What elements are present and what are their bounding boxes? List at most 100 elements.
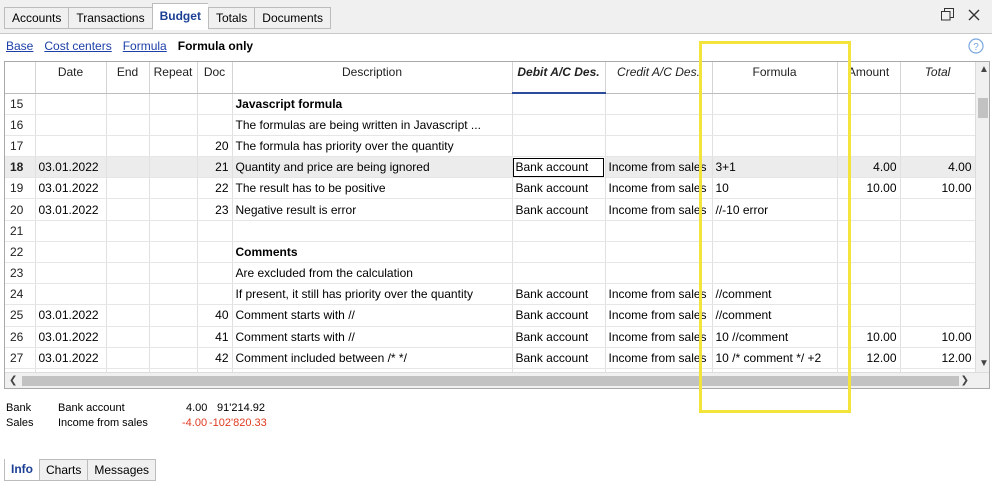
cell-date[interactable] [35, 283, 107, 306]
cell-debit-account[interactable] [512, 262, 606, 285]
close-icon[interactable] [968, 9, 980, 21]
tab-totals[interactable]: Totals [207, 7, 255, 29]
cell-amount[interactable] [837, 262, 901, 285]
view-base[interactable]: Base [6, 39, 33, 53]
cell-debit-account[interactable] [512, 241, 606, 264]
cell-doc[interactable] [197, 283, 233, 306]
col-header-row[interactable] [5, 62, 36, 94]
cell-formula[interactable]: 10 [712, 177, 838, 200]
table-row[interactable]: 17 20 The formula has priority over the qu… [5, 135, 976, 158]
cell-debit-account[interactable] [512, 93, 606, 115]
col-header-debit[interactable]: Debit A/C Des. [512, 62, 606, 94]
cell-formula[interactable]: 10 //comment [712, 326, 838, 348]
cell-credit-account[interactable]: Income from sales [605, 347, 713, 369]
view-cost-centers[interactable]: Cost centers [44, 39, 111, 53]
cell-formula[interactable] [712, 220, 838, 242]
table-row[interactable]: 15 Javascript formula [5, 93, 976, 115]
cell-repeat[interactable] [149, 156, 198, 179]
cell-debit-account[interactable]: Bank account [512, 177, 606, 200]
table-row[interactable]: 21 [5, 220, 976, 242]
cell-debit-account[interactable]: Bank account [512, 283, 606, 306]
cell-formula[interactable]: //-10 error [712, 198, 838, 221]
table-row[interactable]: 24 If present, it still has priority over… [5, 283, 976, 306]
col-header-doc[interactable]: Doc [197, 62, 233, 94]
cell-credit-account[interactable] [605, 135, 713, 158]
cell-doc[interactable] [197, 114, 233, 136]
cell-repeat[interactable] [149, 304, 198, 327]
cell-credit-account[interactable]: Income from sales [605, 177, 713, 200]
cell-formula[interactable] [712, 135, 838, 158]
cell-doc[interactable]: 20 [197, 135, 233, 158]
horizontal-scrollbar[interactable]: ❮ ❯ [5, 372, 989, 388]
cell-total[interactable]: 12.00 [900, 347, 976, 369]
cell-date[interactable] [35, 114, 107, 136]
cell-amount[interactable] [837, 93, 901, 115]
col-header-description[interactable]: Description [232, 62, 513, 94]
cell-total[interactable] [900, 241, 976, 264]
cell-date[interactable] [35, 220, 107, 242]
cell-description[interactable]: Negative result is error [232, 198, 513, 221]
row-number[interactable]: 26 [5, 326, 36, 348]
row-number[interactable]: 24 [5, 283, 36, 306]
cell-end[interactable] [106, 304, 150, 327]
horizontal-scroll-thumb[interactable] [22, 376, 959, 386]
col-header-date[interactable]: Date [35, 62, 107, 94]
scroll-down-icon[interactable]: ▼ [979, 359, 989, 369]
cell-doc[interactable] [197, 241, 233, 264]
scroll-up-icon[interactable]: ▲ [979, 65, 989, 75]
cell-debit-account[interactable] [512, 114, 606, 136]
cell-end[interactable] [106, 135, 150, 158]
table-row[interactable]: 23 Are excluded from the calculation [5, 262, 976, 285]
cell-repeat[interactable] [149, 262, 198, 285]
cell-formula[interactable] [712, 114, 838, 136]
tab-transactions[interactable]: Transactions [68, 7, 152, 29]
cell-debit-account[interactable] [512, 135, 606, 158]
table-row[interactable]: 26 03.01.2022 41 Comment starts with //Bank… [5, 326, 976, 348]
tab-charts[interactable]: Charts [39, 459, 88, 481]
tab-accounts[interactable]: Accounts [4, 7, 69, 29]
cell-description[interactable]: If present, it still has priority over t… [232, 283, 513, 306]
cell-debit-account[interactable]: Bank account [512, 304, 606, 327]
cell-amount[interactable] [837, 304, 901, 327]
cell-doc[interactable]: 41 [197, 326, 233, 348]
cell-credit-account[interactable] [605, 241, 713, 264]
cell-description[interactable]: Comment included between /* */ [232, 347, 513, 369]
cell-end[interactable] [106, 283, 150, 306]
row-number[interactable]: 27 [5, 347, 36, 369]
cell-repeat[interactable] [149, 135, 198, 158]
help-icon[interactable]: ? [968, 38, 984, 57]
cell-total[interactable] [900, 114, 976, 136]
cell-debit-account[interactable]: Bank account [512, 326, 606, 348]
scroll-right-icon[interactable]: ❯ [961, 376, 969, 386]
cell-credit-account[interactable] [605, 114, 713, 136]
cell-total[interactable] [900, 135, 976, 158]
cell-formula[interactable]: //comment [712, 304, 838, 327]
cell-doc[interactable]: 23 [197, 198, 233, 221]
cell-repeat[interactable] [149, 114, 198, 136]
cell-description[interactable] [232, 220, 513, 242]
cell-doc[interactable] [197, 262, 233, 285]
cell-amount[interactable]: 10.00 [837, 177, 901, 200]
cell-end[interactable] [106, 156, 150, 179]
cell-repeat[interactable] [149, 198, 198, 221]
cell-repeat[interactable] [149, 177, 198, 200]
cell-total[interactable] [900, 262, 976, 285]
restore-window-icon[interactable] [941, 8, 954, 21]
cell-date[interactable] [35, 241, 107, 264]
cell-credit-account[interactable]: Income from sales [605, 283, 713, 306]
cell-description[interactable]: The result has to be positive [232, 177, 513, 200]
cell-description[interactable]: The formulas are being written in Javasc… [232, 114, 513, 136]
cell-credit-account[interactable] [605, 220, 713, 242]
col-header-end[interactable]: End [106, 62, 150, 94]
cell-description[interactable]: Quantity and price are being ignored [232, 156, 513, 179]
cell-description[interactable]: The formula has priority over the quanti… [232, 135, 513, 158]
cell-amount[interactable] [837, 283, 901, 306]
row-number[interactable]: 18 [5, 156, 36, 179]
cell-end[interactable] [106, 347, 150, 369]
cell-credit-account[interactable]: Income from sales [605, 156, 713, 179]
cell-total[interactable]: 4.00 [900, 156, 976, 179]
cell-total[interactable] [900, 93, 976, 115]
cell-formula[interactable] [712, 241, 838, 264]
cell-amount[interactable]: 4.00 [837, 156, 901, 179]
cell-amount[interactable]: 10.00 [837, 326, 901, 348]
